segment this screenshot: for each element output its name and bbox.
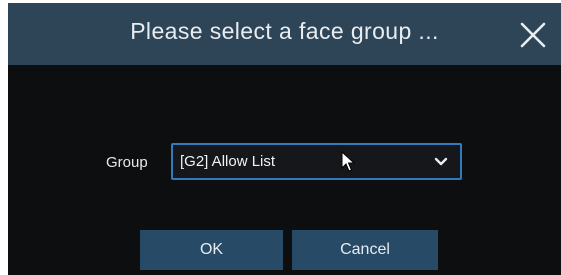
group-label: Group — [106, 154, 148, 171]
close-icon — [520, 22, 546, 48]
close-button[interactable] — [519, 21, 547, 49]
dialog-body: Group [G2] Allow List OK Cancel — [8, 65, 561, 275]
face-group-dialog: Please select a face group ... Group [G2… — [8, 3, 561, 275]
ok-button[interactable]: OK — [140, 230, 283, 270]
dialog-title: Please select a face group ... — [130, 18, 439, 44]
group-select-value: [G2] Allow List — [180, 153, 276, 170]
group-select[interactable]: [G2] Allow List — [171, 143, 462, 180]
dialog-title-bar: Please select a face group ... — [8, 3, 561, 65]
cancel-button[interactable]: Cancel — [292, 230, 438, 270]
chevron-down-icon — [434, 157, 448, 166]
